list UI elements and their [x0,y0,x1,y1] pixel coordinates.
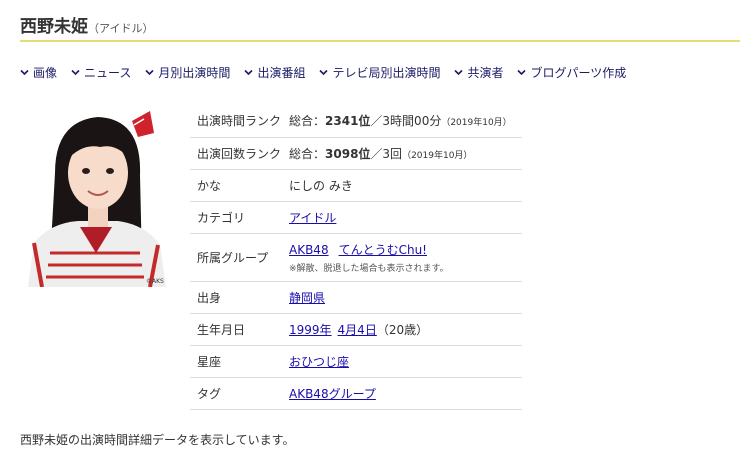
row-label: 出身 [190,281,285,314]
table-row: 出演回数ランク 総合：3098位／3回（2019年10月） [190,137,522,170]
table-row: タグ AKB48グループ [190,377,522,410]
chevron-down-icon [145,69,154,75]
count-rank-detail: ／3回 [370,146,403,161]
chevron-down-icon [244,69,254,75]
row-label: 星座 [190,345,285,378]
birth-date-link[interactable]: 4月4日 [338,323,377,337]
nav-news-label: ニュース [84,65,132,80]
profile-photo: ©AKS [20,103,170,287]
profile-photo-illustration: ©AKS [20,103,170,287]
table-row: 生年月日 1999年 4月4日（20歳） [190,313,522,346]
count-rank-value: 総合：3098位／3回（2019年10月） [285,137,522,170]
chevron-down-icon [517,69,527,75]
nav-blog-parts[interactable]: ブログパーツ作成 [517,63,626,81]
nav-monthly-time-label: 月別出演時間 [158,65,231,80]
row-label: かな [190,169,285,202]
nav-monthly-time[interactable]: 月別出演時間 [145,63,230,81]
time-rank-detail: ／3時間00分 [370,114,442,129]
category-value: アイドル [285,201,522,234]
table-row: 星座 おひつじ座 [190,345,522,378]
birth-year-link[interactable]: 1999年 [289,323,332,337]
table-row: かな にしの みき [190,169,522,202]
nav-blog-parts-label: ブログパーツ作成 [530,65,627,80]
nav-images-label: 画像 [33,65,58,80]
category-link[interactable]: アイドル [289,211,336,225]
birthday-value: 1999年 4月4日（20歳） [285,313,522,346]
row-label: 出演時間ランク [190,105,285,138]
count-rank-period: （2019年10月） [402,150,473,161]
birthplace-value: 静岡県 [285,281,522,314]
row-label: 出演回数ランク [190,137,285,170]
row-label: タグ [190,377,285,410]
nav-costars[interactable]: 共演者 [454,63,503,81]
chevron-down-icon [454,69,464,75]
table-row: 出演時間ランク 総合：2341位／3時間00分（2019年10月） [190,105,522,138]
talent-genre: （アイドル） [88,22,154,35]
time-rank-period: （2019年10月） [441,118,512,129]
time-rank-value: 総合：2341位／3時間00分（2019年10月） [285,105,522,138]
row-label: 所属グループ [190,233,285,282]
rank-prefix: 総合： [289,114,326,129]
group-value: AKB48 てんとうむChu! ※解散、脱退した場合も表示されます。 [285,233,522,282]
time-rank-number: 2341位 [325,114,371,129]
table-row: カテゴリ アイドル [190,201,522,234]
page-description: 西野未姫の出演時間詳細データを表示しています。 [20,433,295,447]
tag-value: AKB48グループ [285,377,522,410]
profile-table: 出演時間ランク 総合：2341位／3時間00分（2019年10月） 出演回数ラン… [190,105,522,410]
nav-station-time[interactable]: テレビ局別出演時間 [319,63,440,81]
sub-navigation: 画像 ニュース 月別出演時間 出演番組 テレビ局別出演時間 共演者 ブログパーツ… [20,63,740,81]
table-row: 出身 静岡県 [190,281,522,314]
rank-prefix: 総合： [289,146,326,161]
nav-costars-label: 共演者 [467,65,504,80]
group-link-tentoumu-chu[interactable]: てんとうむChu! [339,243,427,257]
chevron-down-icon [319,69,329,75]
kana-value: にしの みき [285,169,522,202]
count-rank-number: 3098位 [325,146,371,161]
group-link-akb48[interactable]: AKB48 [289,243,329,257]
talent-name: 西野未姫 [20,17,88,37]
nav-news[interactable]: ニュース [71,63,131,81]
page-title: 西野未姫（アイドル） [20,12,153,37]
zodiac-link[interactable]: おひつじ座 [289,355,349,369]
nav-station-time-label: テレビ局別出演時間 [332,65,441,80]
table-row: 所属グループ AKB48 てんとうむChu! ※解散、脱退した場合も表示されます。 [190,233,522,282]
nav-programs[interactable]: 出演番組 [244,63,305,81]
zodiac-value: おひつじ座 [285,345,522,378]
page-header: 西野未姫（アイドル） [20,8,740,42]
tag-link[interactable]: AKB48グループ [289,387,376,401]
nav-programs-label: 出演番組 [257,65,306,80]
group-note: ※解散、脱退した場合も表示されます。 [289,263,449,274]
row-label: カテゴリ [190,201,285,234]
row-label: 生年月日 [190,313,285,346]
nav-images[interactable]: 画像 [20,63,57,81]
age-text: （20歳） [376,322,429,337]
chevron-down-icon [71,69,80,75]
photo-credit: ©AKS [146,278,164,285]
chevron-down-icon [20,69,29,75]
birthplace-link[interactable]: 静岡県 [289,291,325,305]
